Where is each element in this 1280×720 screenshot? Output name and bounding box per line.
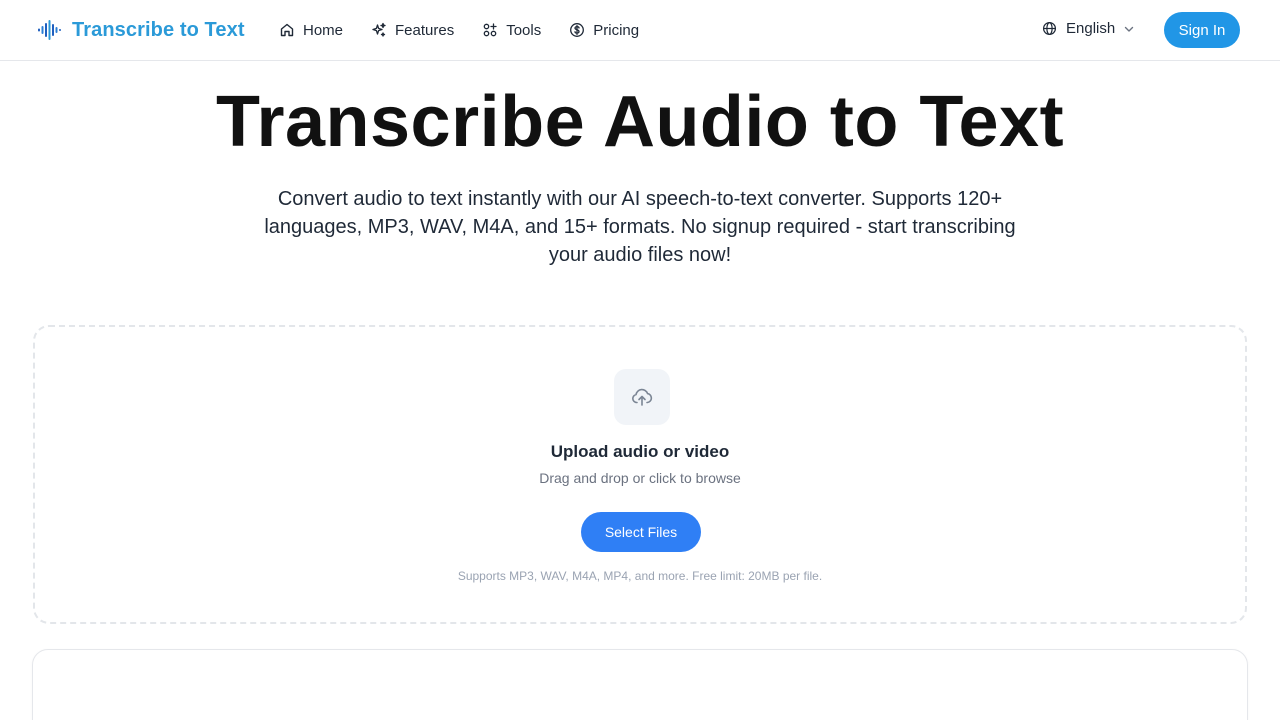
cloud-upload-icon: [632, 388, 653, 406]
globe-icon: [1042, 21, 1057, 36]
hero-subtitle: Convert audio to text instantly with our…: [264, 188, 1016, 266]
nav-home-label: Home: [303, 21, 344, 39]
upload-dropzone[interactable]: Upload audio or video Drag and drop or c…: [33, 325, 1247, 624]
nav-tools-label: Tools: [506, 21, 542, 39]
dollar-circle-icon: [570, 23, 585, 37]
top-navbar: Transcribe to Text Home Features Tools P…: [0, 0, 1280, 61]
hero-title: Transcribe Audio to Text: [215, 82, 1065, 162]
transcription-panel: [32, 649, 1248, 720]
sparkles-icon: [372, 22, 386, 37]
nav-home[interactable]: Home: [279, 19, 343, 41]
home-icon: [280, 23, 294, 37]
main-nav: Home Features Tools Pricing: [279, 19, 667, 41]
chevron-down-icon: [1125, 26, 1134, 32]
nav-tools[interactable]: Tools: [482, 19, 541, 41]
language-label: English: [1066, 20, 1116, 37]
brand-logo-link[interactable]: Transcribe to Text: [36, 17, 245, 43]
sign-in-button[interactable]: Sign In: [1164, 12, 1240, 48]
tools-icon: [483, 23, 497, 37]
select-files-button[interactable]: Select Files: [581, 512, 701, 552]
nav-pricing-label: Pricing: [593, 21, 640, 39]
brand-name: Transcribe to Text: [72, 18, 245, 41]
nav-features[interactable]: Features: [371, 19, 454, 41]
language-selector[interactable]: English: [1042, 20, 1135, 37]
upload-icon-box: [614, 369, 670, 425]
upload-title: Upload audio or video: [550, 442, 730, 461]
upload-hint: Drag and drop or click to browse: [539, 470, 741, 486]
sound-wave-icon: [36, 17, 62, 43]
nav-pricing[interactable]: Pricing: [569, 19, 639, 41]
nav-features-label: Features: [395, 21, 455, 39]
supported-formats-note: Supports MP3, WAV, M4A, MP4, and more. F…: [457, 569, 823, 583]
